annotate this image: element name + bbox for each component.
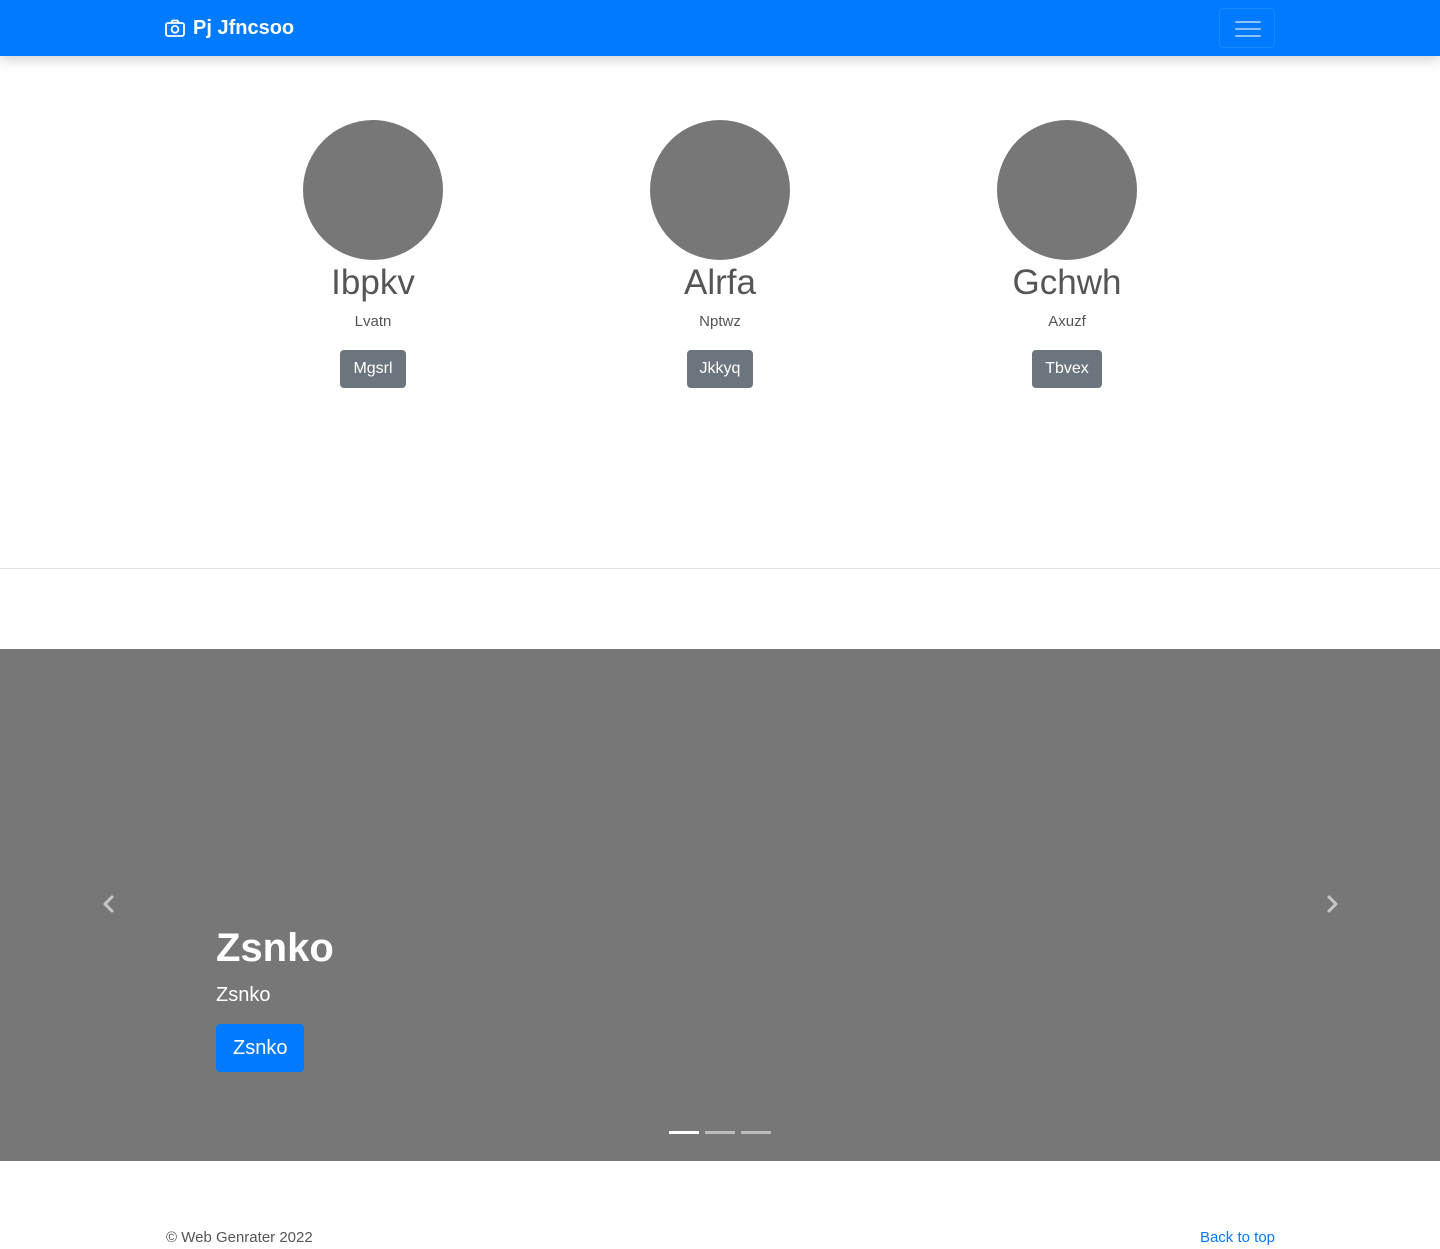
brand-link[interactable]: Pj Jfncsoo (165, 14, 294, 42)
avatar (650, 120, 790, 260)
carousel-indicator-3[interactable] (741, 1131, 771, 1134)
member-button[interactable]: Jkkyq (686, 350, 754, 388)
carousel-text: Zsnko (216, 984, 271, 1006)
chevron-right-icon (1327, 895, 1338, 913)
member-name: Ibpkv (331, 263, 415, 302)
carousel-next-button[interactable] (1317, 889, 1347, 919)
avatar (997, 120, 1137, 260)
member-card: Alrfa Nptwz Jkkyq (590, 120, 850, 388)
member-role: Nptwz (699, 313, 741, 330)
camera-icon (165, 19, 185, 37)
member-role: Axuzf (1048, 313, 1086, 330)
carousel-indicator-2[interactable] (705, 1131, 735, 1134)
member-name: Alrfa (684, 263, 756, 302)
carousel-title: Zsnko (216, 926, 334, 970)
carousel: Zsnko Zsnko Zsnko (0, 649, 1440, 1161)
back-to-top-link[interactable]: Back to top (1200, 1228, 1275, 1248)
carousel-caption: Zsnko Zsnko Zsnko (216, 924, 334, 1072)
carousel-indicator-1[interactable] (669, 1131, 699, 1134)
member-card: Gchwh Axuzf Tbvex (937, 120, 1197, 388)
brand-name: Pj Jfncsoo (193, 16, 295, 39)
team-section: Ibpkv Lvatn Mgsrl Alrfa Nptwz Jkkyq Gchw… (0, 120, 1440, 390)
hamburger-icon (1235, 21, 1261, 37)
member-card: Ibpkv Lvatn Mgsrl (243, 120, 503, 388)
section-divider (0, 568, 1440, 569)
carousel-indicators (669, 1131, 777, 1134)
carousel-cta-button[interactable]: Zsnko (216, 1024, 305, 1072)
member-button[interactable]: Mgsrl (340, 350, 406, 388)
chevron-left-icon (103, 895, 114, 913)
copyright-text: © Web Genrater 2022 (166, 1229, 313, 1246)
member-role: Lvatn (354, 313, 392, 330)
navbar: Pj Jfncsoo (0, 0, 1440, 56)
navbar-toggler-button[interactable] (1219, 8, 1275, 48)
member-button[interactable]: Tbvex (1032, 350, 1102, 388)
member-name: Gchwh (1012, 263, 1122, 302)
avatar (303, 120, 443, 260)
carousel-prev-button[interactable] (94, 889, 124, 919)
